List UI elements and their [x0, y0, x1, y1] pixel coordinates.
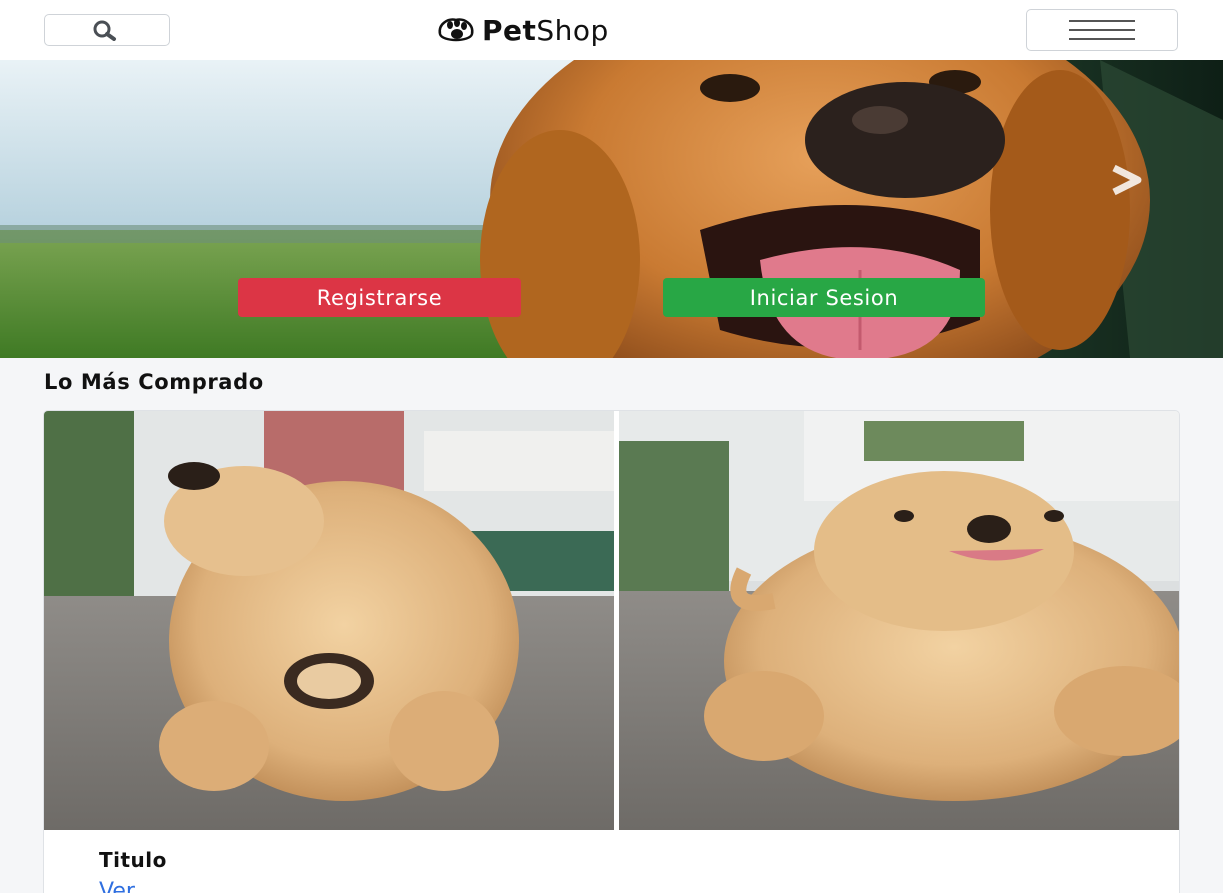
card-view-link[interactable]: Ver — [99, 879, 135, 893]
hamburger-menu-icon — [1069, 20, 1135, 40]
brand-name-light: Shop — [536, 13, 609, 47]
product-card[interactable]: Titulo Ver — [43, 410, 1180, 893]
hero-dog-image — [0, 60, 1223, 358]
search-button[interactable] — [44, 14, 170, 46]
brand-logo[interactable]: PetShop — [436, 12, 609, 48]
login-button[interactable]: Iniciar Sesion — [663, 278, 985, 317]
menu-toggle-button[interactable] — [1026, 9, 1178, 51]
top-navbar: PetShop — [0, 0, 1223, 60]
chevron-right-icon[interactable] — [1108, 160, 1152, 200]
register-button[interactable]: Registrarse — [238, 278, 521, 317]
product-image — [44, 411, 1179, 830]
card-title: Titulo — [99, 848, 167, 872]
paw-icon — [438, 18, 474, 42]
search-icon — [93, 20, 116, 41]
hero-carousel: Registrarse Iniciar Sesion — [0, 60, 1223, 358]
brand-name-bold: Pet — [482, 13, 537, 47]
section-title: Lo Más Comprado — [44, 370, 264, 394]
